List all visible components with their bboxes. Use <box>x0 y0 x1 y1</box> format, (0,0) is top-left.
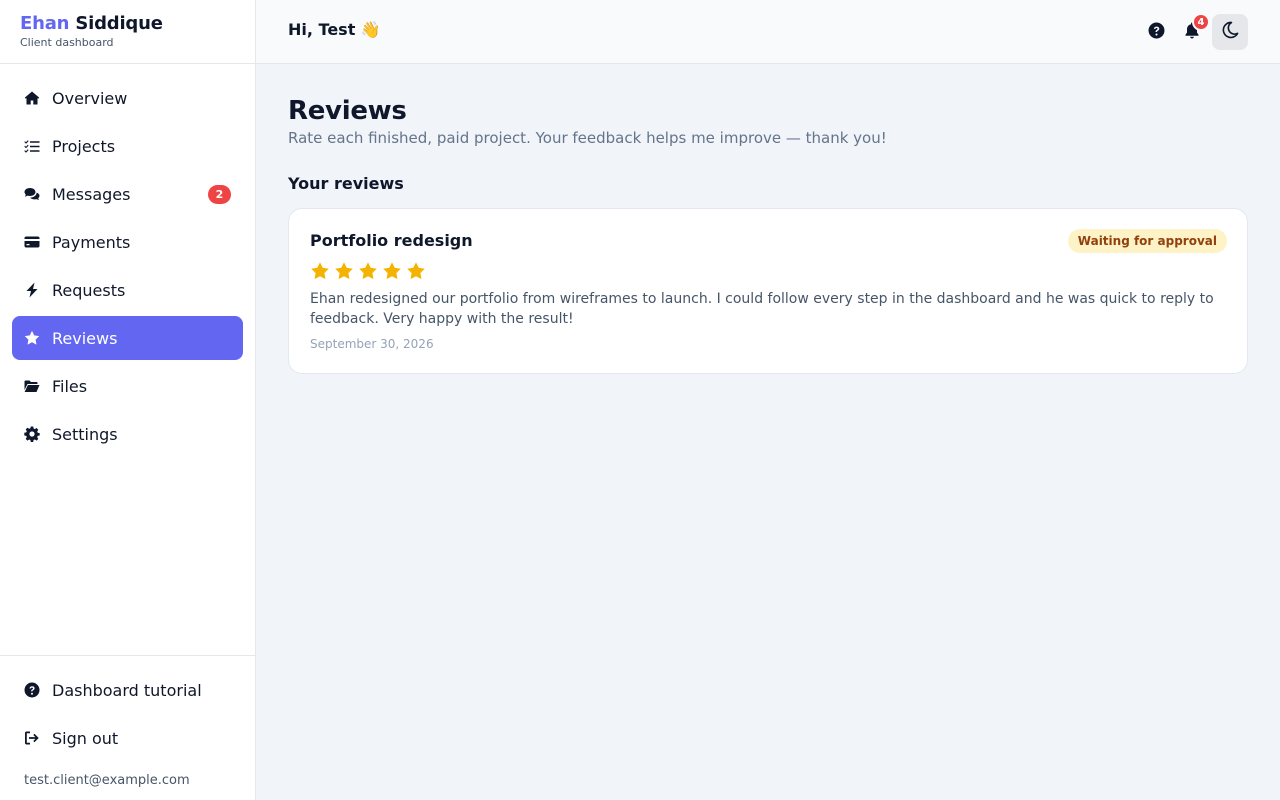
sidebar-item-settings[interactable]: Settings <box>12 412 243 456</box>
notification-count-badge: 4 <box>1192 13 1210 31</box>
home-icon <box>24 90 40 106</box>
sidebar-nav: Overview Projects Messages 2 Payments Re… <box>12 76 243 460</box>
star-icon <box>358 261 378 281</box>
star-icon <box>382 261 402 281</box>
bolt-icon <box>24 282 40 298</box>
sidebar-bottom-nav: Dashboard tutorial Sign out <box>12 668 243 764</box>
sidebar-item-label: Requests <box>52 280 126 300</box>
brand-first-name: Ehan <box>20 13 70 34</box>
greeting: Hi, Test 👋 <box>288 20 381 39</box>
star-icon <box>310 261 330 281</box>
credit-card-icon <box>24 234 40 250</box>
sidebar-item-dashboard-tutorial[interactable]: Dashboard tutorial <box>12 668 243 712</box>
messages-unread-badge: 2 <box>208 185 231 204</box>
sidebar-item-files[interactable]: Files <box>12 364 243 408</box>
top-bar: Hi, Test 👋 4 <box>256 0 1280 64</box>
sidebar-item-overview[interactable]: Overview <box>12 76 243 120</box>
sidebar-item-label: Overview <box>52 88 128 108</box>
sidebar-item-reviews[interactable]: Reviews <box>12 316 243 360</box>
star-icon <box>24 330 40 346</box>
page-subtitle: Rate each finished, paid project. Your f… <box>288 129 887 147</box>
sign-out-icon <box>24 730 40 746</box>
list-check-icon <box>24 138 40 154</box>
review-project-title: Portfolio redesign <box>310 231 473 250</box>
sidebar-item-label: Messages <box>52 184 131 204</box>
sidebar-item-label: Reviews <box>52 328 118 348</box>
review-card: Portfolio redesign Waiting for approval … <box>288 208 1248 374</box>
sidebar-item-requests[interactable]: Requests <box>12 268 243 312</box>
theme-toggle-button[interactable] <box>1212 14 1248 50</box>
sidebar-item-label: Settings <box>52 424 118 444</box>
sidebar-item-label: Sign out <box>52 728 119 748</box>
status-badge: Waiting for approval <box>1067 229 1227 253</box>
sidebar: Ehan Siddique Client dashboard Overview … <box>0 0 256 800</box>
star-icon <box>334 261 354 281</box>
gear-icon <box>24 426 40 442</box>
sidebar-item-projects[interactable]: Projects <box>12 124 243 168</box>
brand-name[interactable]: Ehan Siddique <box>20 13 235 35</box>
help-button[interactable] <box>1136 20 1176 44</box>
sidebar-item-messages[interactable]: Messages 2 <box>12 172 243 216</box>
sidebar-item-sign-out[interactable]: Sign out <box>12 716 243 760</box>
question-circle-icon <box>1148 22 1165 43</box>
review-date: September 30, 2026 <box>310 337 434 351</box>
sidebar-item-label: Projects <box>52 136 116 156</box>
sidebar-item-label: Files <box>52 376 88 396</box>
page-title: Reviews <box>288 96 407 126</box>
brand-last-name: Siddique <box>75 13 163 34</box>
sidebar-footer: Dashboard tutorial Sign out test.client@… <box>0 655 255 800</box>
question-circle-icon <box>24 682 40 698</box>
brand-subtitle: Client dashboard <box>20 36 114 49</box>
star-rating <box>310 261 430 281</box>
sidebar-item-label: Payments <box>52 232 131 252</box>
folder-open-icon <box>24 378 40 394</box>
user-email: test.client@example.com <box>24 773 190 788</box>
comments-icon <box>24 186 40 202</box>
review-text: Ehan redesigned our portfolio from wiref… <box>310 291 1214 327</box>
sidebar-item-label: Dashboard tutorial <box>52 680 202 700</box>
brand: Ehan Siddique Client dashboard <box>0 0 255 64</box>
section-title: Your reviews <box>288 174 404 193</box>
star-icon <box>406 261 426 281</box>
sidebar-item-payments[interactable]: Payments <box>12 220 243 264</box>
moon-icon <box>1221 21 1239 43</box>
